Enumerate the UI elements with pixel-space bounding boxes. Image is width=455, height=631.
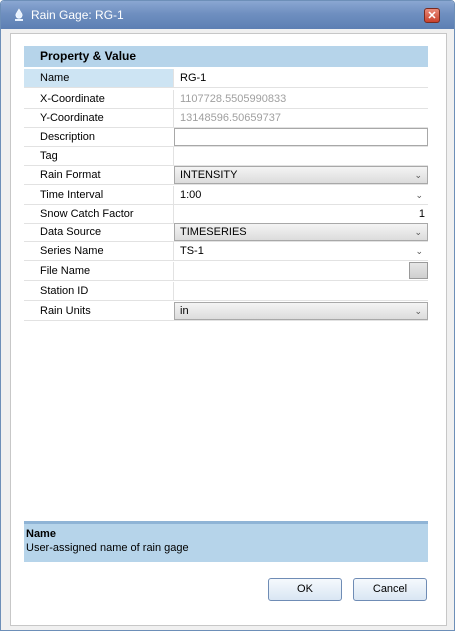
- description-input[interactable]: [174, 128, 428, 146]
- cancel-button[interactable]: Cancel: [353, 578, 427, 601]
- tag-value[interactable]: [173, 147, 428, 165]
- row-rain-units[interactable]: Rain Units in ⌄: [24, 302, 428, 321]
- row-series-name[interactable]: Series Name TS-1 ⌄: [24, 242, 428, 261]
- row-name[interactable]: Name RG-1: [24, 69, 428, 88]
- row-tag[interactable]: Tag: [24, 147, 428, 166]
- property-label: File Name: [40, 265, 91, 277]
- rain-gage-dialog: Rain Gage: RG-1 ✕ Property & Value Name …: [0, 0, 455, 631]
- row-time-interval[interactable]: Time Interval 1:00 ⌄: [24, 186, 428, 205]
- row-snow-catch-factor[interactable]: Snow Catch Factor 1: [24, 205, 428, 224]
- row-description[interactable]: Description: [24, 128, 428, 147]
- data-source-value: TIMESERIES: [180, 226, 247, 238]
- property-label: Rain Format: [40, 169, 101, 181]
- series-name-select[interactable]: TS-1 ⌄: [173, 242, 428, 260]
- data-source-select[interactable]: TIMESERIES ⌄: [174, 223, 428, 241]
- row-file-name[interactable]: File Name: [24, 262, 428, 281]
- property-label: Tag: [40, 150, 58, 162]
- row-y-coordinate[interactable]: Y-Coordinate 13148596.50659737: [24, 109, 428, 128]
- property-label: X-Coordinate: [40, 93, 105, 105]
- row-station-id[interactable]: Station ID: [24, 282, 428, 301]
- property-label: Series Name: [40, 245, 104, 257]
- ok-button[interactable]: OK: [268, 578, 342, 601]
- property-description-panel: Name User-assigned name of rain gage: [24, 521, 428, 562]
- chevron-down-icon: ⌄: [415, 246, 423, 256]
- close-icon: ✕: [427, 10, 437, 22]
- row-data-source[interactable]: Data Source TIMESERIES ⌄: [24, 223, 428, 242]
- property-label: Data Source: [40, 226, 102, 238]
- rain-units-select[interactable]: in ⌄: [174, 302, 428, 320]
- chevron-down-icon: ⌄: [415, 190, 423, 200]
- name-value[interactable]: RG-1: [173, 69, 428, 87]
- property-label: Time Interval: [40, 189, 104, 201]
- file-name-value[interactable]: [173, 262, 428, 280]
- description-text: User-assigned name of rain gage: [26, 542, 189, 554]
- snow-catch-factor-value[interactable]: 1: [173, 205, 428, 223]
- rain-format-value: INTENSITY: [180, 169, 238, 181]
- rain-format-select[interactable]: INTENSITY ⌄: [174, 166, 428, 184]
- window-title: Rain Gage: RG-1: [31, 8, 124, 22]
- property-panel: Property & Value Name RG-1 X-Coordinate …: [10, 33, 447, 626]
- rain-gage-icon: [15, 8, 23, 21]
- close-button[interactable]: ✕: [424, 8, 440, 23]
- series-name-value: TS-1: [180, 245, 204, 257]
- property-label: Station ID: [40, 285, 89, 297]
- station-id-value[interactable]: [173, 282, 428, 300]
- y-coordinate-value: 13148596.50659737: [173, 109, 428, 127]
- chevron-down-icon: ⌄: [414, 227, 422, 237]
- property-grid-header: Property & Value: [24, 46, 428, 67]
- title-bar[interactable]: Rain Gage: RG-1 ✕: [1, 1, 454, 29]
- chevron-down-icon: ⌄: [414, 170, 422, 180]
- x-coordinate-value: 1107728.5505990833: [173, 90, 428, 108]
- time-interval-select[interactable]: 1:00 ⌄: [173, 186, 428, 204]
- browse-file-button[interactable]: [409, 262, 428, 279]
- property-label: Description: [40, 131, 96, 143]
- property-label: Name: [24, 69, 173, 87]
- time-interval-value: 1:00: [180, 189, 202, 201]
- rain-units-value: in: [180, 305, 189, 317]
- property-label: Y-Coordinate: [40, 112, 104, 124]
- row-x-coordinate[interactable]: X-Coordinate 1107728.5505990833: [24, 90, 428, 109]
- property-label: Rain Units: [40, 305, 91, 317]
- chevron-down-icon: ⌄: [414, 306, 422, 316]
- property-label: Snow Catch Factor: [40, 208, 134, 220]
- row-rain-format[interactable]: Rain Format INTENSITY ⌄: [24, 166, 428, 185]
- description-title: Name: [26, 528, 56, 540]
